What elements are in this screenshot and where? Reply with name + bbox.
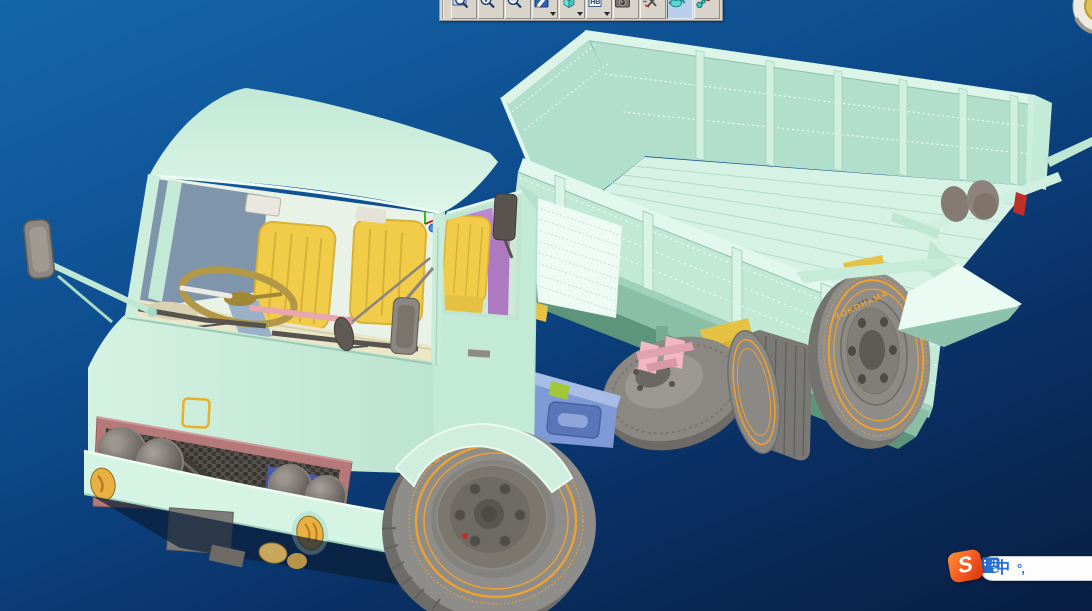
dropdown-arrow-icon [604, 12, 610, 16]
ime-pill: 中 °, [980, 556, 1092, 581]
link-nodes-icon [696, 0, 711, 9]
toolbar-button-link-nodes[interactable] [694, 0, 720, 19]
dropdown-arrow-icon [577, 12, 583, 16]
truck-model[interactable]: YOKOHAMA [0, 0, 1092, 611]
toolbar-button-zoom-window[interactable] [451, 0, 477, 19]
toolbar-button-render[interactable] [667, 0, 693, 19]
zoom-in-icon [480, 0, 495, 9]
toolbar-button-hide-annotations[interactable] [640, 0, 666, 19]
zoom-window-icon [452, 0, 469, 9]
floating-toolbar: HB [439, 0, 723, 21]
toolbar-button-zoom-in[interactable] [478, 0, 504, 19]
camera-icon [615, 0, 630, 8]
toolbar-button-box-copy[interactable]: HB [586, 0, 612, 19]
toolbar-button-sketch[interactable] [532, 0, 558, 19]
rear-inner-wheel [727, 330, 813, 461]
render-teapot-icon [668, 0, 685, 8]
toolbar-button-extrude[interactable] [559, 0, 585, 19]
person-icon[interactable] [981, 557, 999, 574]
toolbar-drag-handle[interactable] [442, 0, 448, 19]
ime-toolbar: 中 °, S [946, 548, 1092, 584]
zoom-out-icon [507, 0, 522, 9]
box-copy-label: HB [590, 0, 600, 6]
hide-annotations-icon [643, 0, 657, 8]
toolbar-button-zoom-out[interactable] [505, 0, 531, 19]
dropdown-arrow-icon [550, 12, 556, 16]
ime-punctuation-toggle[interactable]: °, [1017, 562, 1025, 575]
box-copy-icon: HB [588, 0, 602, 7]
sketch-plane-icon [534, 0, 549, 8]
ime-logo[interactable]: S [946, 548, 985, 584]
viewport-3d[interactable]: YOKOHAMA HB 中 °, S [0, 0, 1092, 611]
extrude-box-icon [563, 0, 575, 9]
toolbar-button-snapshot[interactable] [613, 0, 639, 19]
floating-circle-object [1072, 0, 1092, 34]
